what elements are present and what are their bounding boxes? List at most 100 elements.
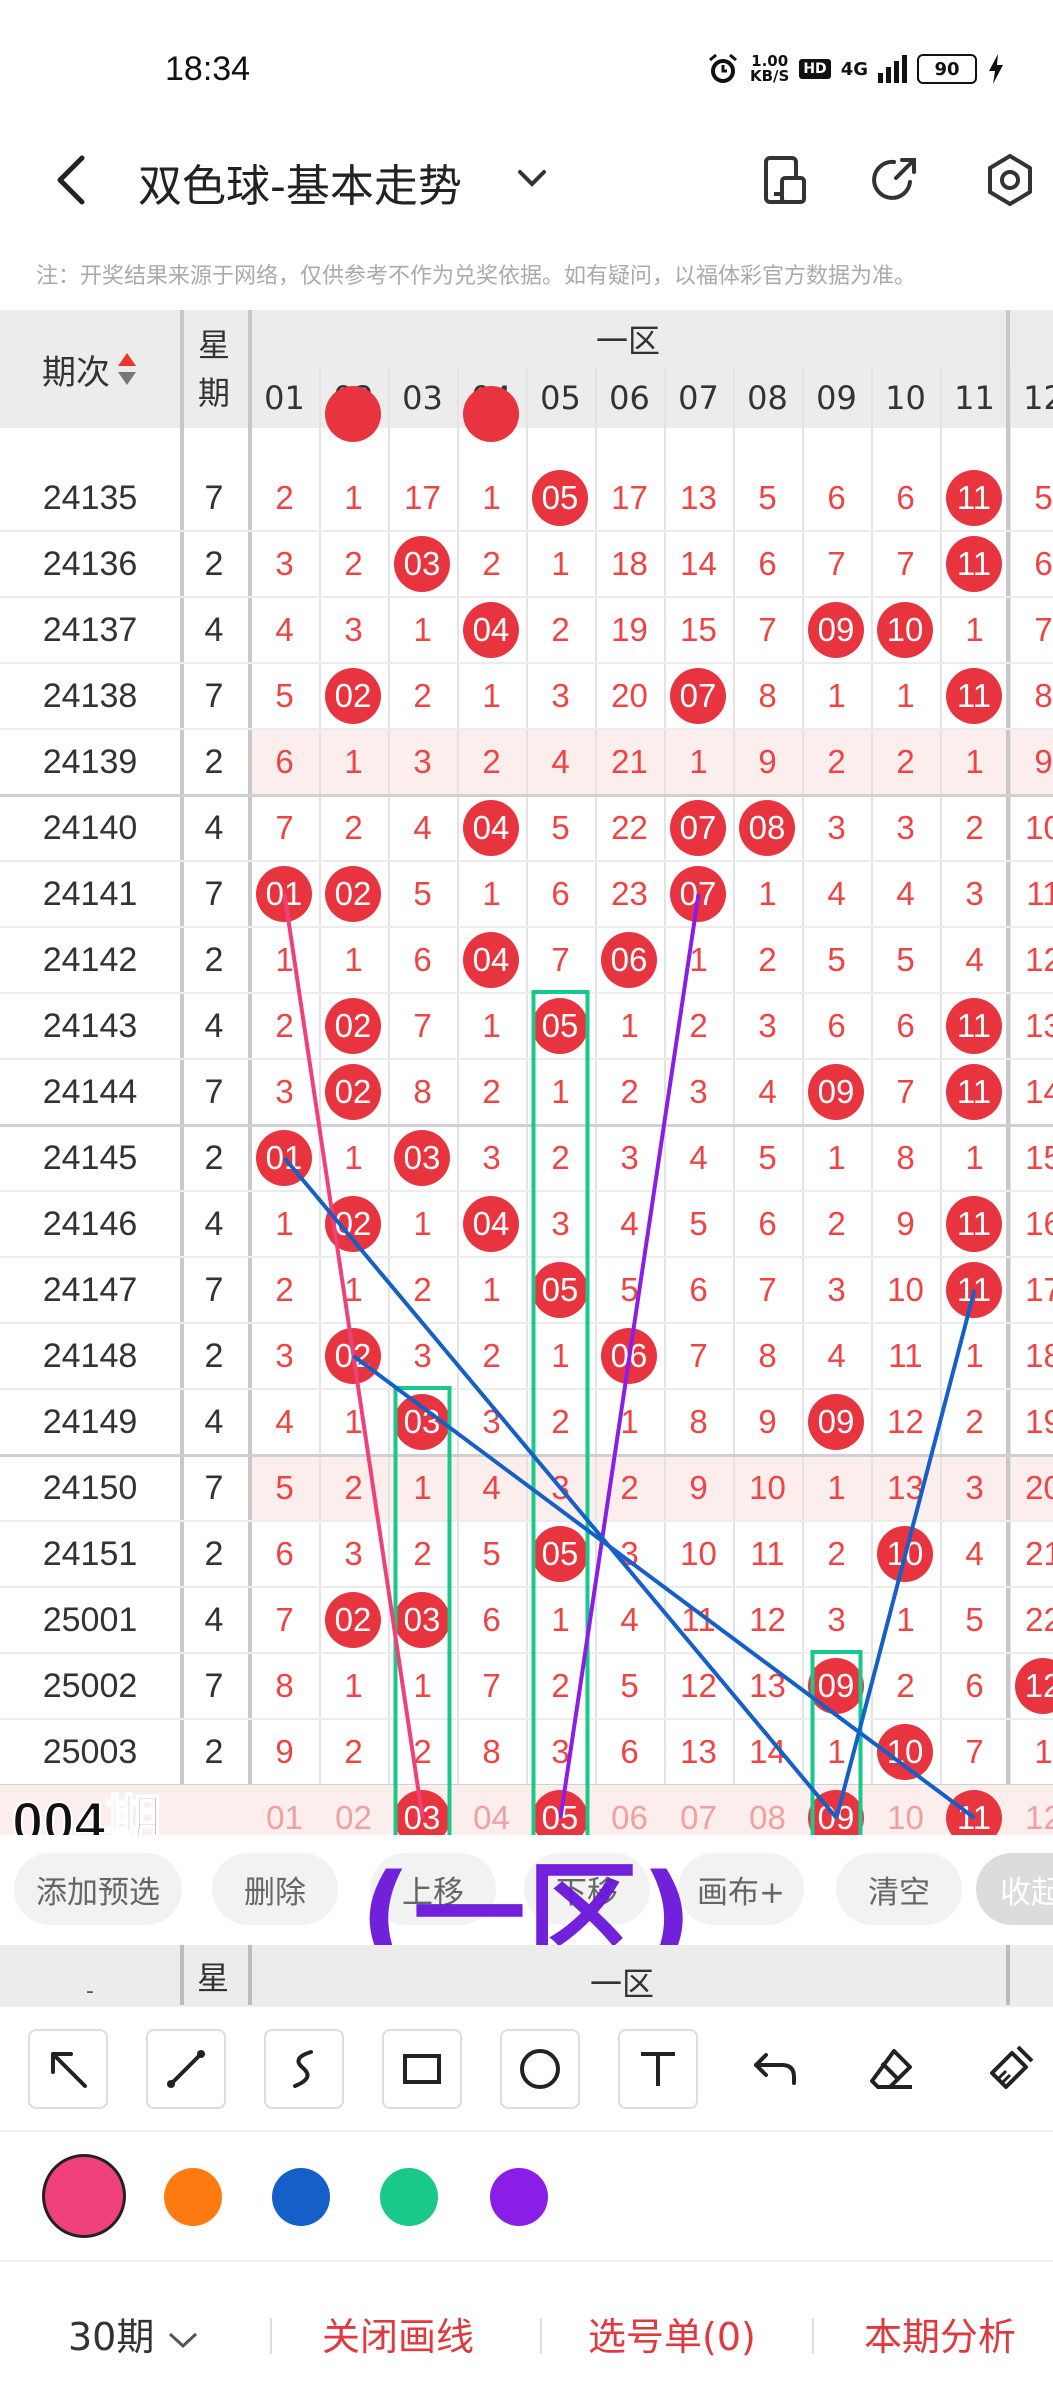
- canvas-plus-button[interactable]: 画布+: [678, 1853, 804, 1925]
- omission-value: 11: [681, 1601, 716, 1638]
- drawn-ball[interactable]: 02: [325, 1592, 381, 1648]
- drawn-ball[interactable]: 04: [463, 932, 519, 988]
- drawn-ball[interactable]: 09: [808, 1394, 864, 1450]
- drawn-ball[interactable]: 04: [463, 800, 519, 856]
- selection-list-button[interactable]: 选号单(0): [588, 2306, 756, 2361]
- drawn-ball[interactable]: 03: [394, 1130, 450, 1186]
- collapse-button[interactable]: 收起: [976, 1853, 1053, 1925]
- drawn-ball[interactable]: 02: [325, 998, 381, 1054]
- omission-value: 6: [827, 1007, 846, 1044]
- omission-value: 2: [275, 479, 294, 516]
- drawn-ball[interactable]: 02: [325, 1328, 381, 1384]
- drawn-ball[interactable]: 11: [946, 1196, 1002, 1252]
- omission-value: 1: [344, 1403, 363, 1440]
- drawn-ball[interactable]: 01: [256, 1130, 312, 1186]
- omission-value: 2: [689, 1007, 708, 1044]
- drawn-ball[interactable]: 07: [670, 866, 726, 922]
- drawn-ball[interactable]: 07: [670, 668, 726, 724]
- drawn-ball[interactable]: 02: [325, 1064, 381, 1120]
- drawn-ball[interactable]: 11: [946, 470, 1002, 526]
- drawn-ball[interactable]: 01: [256, 866, 312, 922]
- column-header-08: 08: [747, 379, 788, 417]
- period-analysis-button[interactable]: 本期分析: [864, 2306, 1016, 2361]
- drawn-ball[interactable]: 02: [325, 1196, 381, 1252]
- omission-value: 3: [551, 677, 570, 714]
- drawn-ball[interactable]: 11: [946, 536, 1002, 592]
- brush-clear-tool[interactable]: [970, 2029, 1050, 2109]
- status-icons: 1.00 KB/S HD 4G 90: [706, 52, 1005, 86]
- drawn-ball[interactable]: 05: [532, 470, 588, 526]
- device-switch-icon[interactable]: [756, 152, 812, 208]
- pick-cell[interactable]: 10: [871, 1785, 940, 1835]
- drawn-ball[interactable]: 10: [877, 602, 933, 658]
- periods-selector[interactable]: 30期: [68, 2306, 200, 2361]
- drawn-ball[interactable]: 11: [946, 1262, 1002, 1318]
- weekday: 7: [204, 1270, 224, 1309]
- drawn-ball[interactable]: 12: [1015, 1658, 1053, 1714]
- drawn-ball[interactable]: 04: [463, 1196, 519, 1252]
- omission-value: 5: [965, 1601, 984, 1638]
- drawn-ball[interactable]: 03: [394, 1394, 450, 1450]
- freehand-tool[interactable]: [264, 2029, 344, 2109]
- pick-cell[interactable]: 12: [1009, 1785, 1053, 1835]
- omission-value: 2: [413, 1271, 432, 1308]
- omission-value: 2: [965, 809, 984, 846]
- drawn-ball[interactable]: 06: [601, 932, 657, 988]
- drawn-ball[interactable]: 10: [877, 1526, 933, 1582]
- drawn-ball[interactable]: 02: [325, 668, 381, 724]
- circle-tool[interactable]: [500, 2029, 580, 2109]
- close-lines-button[interactable]: 关闭画线: [322, 2306, 474, 2361]
- drawn-ball[interactable]: 03: [394, 1592, 450, 1648]
- color-swatch-green[interactable]: [380, 2168, 438, 2226]
- pick-cell[interactable]: 08: [733, 1785, 802, 1835]
- omission-value: 9: [758, 743, 777, 780]
- omission-value: 3: [275, 1073, 294, 1110]
- text-tool[interactable]: [618, 2029, 698, 2109]
- color-swatch-orange[interactable]: [164, 2168, 222, 2226]
- back-arrow-icon[interactable]: [48, 152, 98, 208]
- omission-value: 2: [827, 743, 846, 780]
- color-swatch-blue[interactable]: [272, 2168, 330, 2226]
- trend-grid[interactable]: 期次星期一区0102030405060708091011122413572117…: [0, 310, 1053, 1835]
- arrow-tool[interactable]: [28, 2029, 108, 2109]
- drawn-ball[interactable]: 04: [463, 602, 519, 658]
- drawn-ball[interactable]: 09: [808, 602, 864, 658]
- omission-value: 13: [749, 1667, 786, 1704]
- eraser-tool[interactable]: [852, 2029, 932, 2109]
- color-swatch-pink[interactable]: [42, 2154, 126, 2238]
- drawn-ball[interactable]: 05: [532, 1262, 588, 1318]
- drawn-ball[interactable]: 07: [670, 800, 726, 856]
- omission-value: 1: [344, 1667, 363, 1704]
- drawn-ball[interactable]: 03: [394, 536, 450, 592]
- omission-value: 19: [611, 611, 648, 648]
- drawn-ball[interactable]: 09: [808, 1064, 864, 1120]
- drawn-ball[interactable]: 11: [946, 668, 1002, 724]
- net-speed: 1.00 KB/S: [750, 52, 790, 85]
- drawn-ball[interactable]: 05: [532, 1526, 588, 1582]
- drawn-ball[interactable]: 11: [946, 1064, 1002, 1120]
- pick-cell[interactable]: 01: [250, 1785, 319, 1835]
- drawn-ball[interactable]: 09: [808, 1658, 864, 1714]
- hd-badge: HD: [799, 59, 831, 79]
- drawn-ball[interactable]: 11: [946, 998, 1002, 1054]
- omission-value: 5: [896, 941, 915, 978]
- rectangle-tool[interactable]: [382, 2029, 462, 2109]
- drawn-ball[interactable]: 08: [739, 800, 795, 856]
- color-swatch-purple[interactable]: [490, 2168, 548, 2226]
- share-icon[interactable]: [866, 152, 922, 208]
- drawn-ball[interactable]: 02: [325, 866, 381, 922]
- line-tool[interactable]: [146, 2029, 226, 2109]
- issue-column-header[interactable]: 期次: [0, 310, 180, 428]
- page-title[interactable]: 双色球-基本走势: [138, 150, 462, 214]
- undo-tool[interactable]: [736, 2029, 816, 2109]
- drawn-ball[interactable]: 05: [532, 998, 588, 1054]
- delete-button[interactable]: 删除: [212, 1853, 338, 1925]
- chevron-down-icon[interactable]: [512, 158, 552, 198]
- omission-value: 3: [827, 1271, 846, 1308]
- settings-icon[interactable]: [982, 152, 1038, 208]
- drawn-ball[interactable]: 06: [601, 1328, 657, 1384]
- clear-button[interactable]: 清空: [836, 1853, 962, 1925]
- add-preselect-button[interactable]: 添加预选: [14, 1853, 182, 1925]
- omission-value: 1: [482, 677, 501, 714]
- drawn-ball[interactable]: 10: [877, 1724, 933, 1780]
